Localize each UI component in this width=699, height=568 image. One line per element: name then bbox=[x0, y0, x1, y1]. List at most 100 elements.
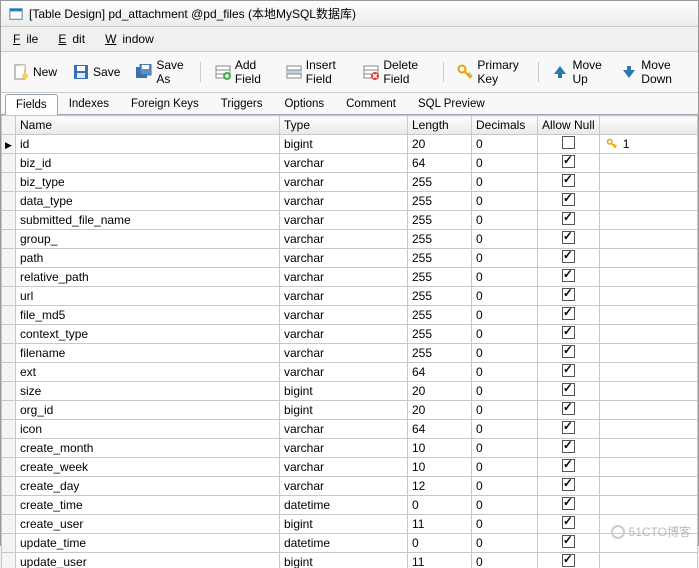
cell-type[interactable]: varchar bbox=[280, 211, 408, 230]
cell-name[interactable]: icon bbox=[16, 420, 280, 439]
cell-type[interactable]: varchar bbox=[280, 268, 408, 287]
cell-allownull[interactable] bbox=[538, 230, 600, 249]
table-row[interactable]: sizebigint200 bbox=[2, 382, 698, 401]
cell-length[interactable]: 255 bbox=[408, 268, 472, 287]
table-row[interactable]: iconvarchar640 bbox=[2, 420, 698, 439]
cell-key[interactable] bbox=[599, 553, 697, 568]
cell-type[interactable]: varchar bbox=[280, 287, 408, 306]
checkbox[interactable] bbox=[562, 307, 575, 320]
checkbox[interactable] bbox=[562, 345, 575, 358]
cell-length[interactable]: 255 bbox=[408, 325, 472, 344]
saveas-button[interactable]: Save As bbox=[130, 56, 192, 88]
checkbox[interactable] bbox=[562, 326, 575, 339]
cell-name[interactable]: create_month bbox=[16, 439, 280, 458]
cell-allownull[interactable] bbox=[538, 306, 600, 325]
table-row[interactable]: file_md5varchar2550 bbox=[2, 306, 698, 325]
cell-type[interactable]: varchar bbox=[280, 249, 408, 268]
cell-decimals[interactable]: 0 bbox=[472, 534, 538, 553]
header-allownull[interactable]: Allow Null bbox=[538, 116, 600, 135]
cell-type[interactable]: varchar bbox=[280, 458, 408, 477]
row-selector[interactable] bbox=[2, 363, 16, 382]
cell-length[interactable]: 11 bbox=[408, 553, 472, 568]
cell-type[interactable]: varchar bbox=[280, 306, 408, 325]
checkbox[interactable] bbox=[562, 231, 575, 244]
cell-name[interactable]: create_day bbox=[16, 477, 280, 496]
cell-name[interactable]: create_week bbox=[16, 458, 280, 477]
row-selector[interactable] bbox=[2, 534, 16, 553]
cell-name[interactable]: update_time bbox=[16, 534, 280, 553]
cell-name[interactable]: url bbox=[16, 287, 280, 306]
cell-key[interactable] bbox=[599, 249, 697, 268]
table-row[interactable]: update_timedatetime00 bbox=[2, 534, 698, 553]
checkbox[interactable] bbox=[562, 535, 575, 548]
fields-grid[interactable]: Name Type Length Decimals Allow Null idb… bbox=[1, 114, 698, 568]
header-decimals[interactable]: Decimals bbox=[472, 116, 538, 135]
cell-decimals[interactable]: 0 bbox=[472, 477, 538, 496]
row-selector[interactable] bbox=[2, 344, 16, 363]
row-selector[interactable] bbox=[2, 211, 16, 230]
cell-name[interactable]: biz_id bbox=[16, 154, 280, 173]
cell-allownull[interactable] bbox=[538, 268, 600, 287]
cell-key[interactable] bbox=[599, 496, 697, 515]
checkbox[interactable] bbox=[562, 478, 575, 491]
cell-decimals[interactable]: 0 bbox=[472, 439, 538, 458]
cell-allownull[interactable] bbox=[538, 553, 600, 568]
table-row[interactable]: create_weekvarchar100 bbox=[2, 458, 698, 477]
cell-key[interactable] bbox=[599, 534, 697, 553]
checkbox[interactable] bbox=[562, 288, 575, 301]
table-row[interactable]: extvarchar640 bbox=[2, 363, 698, 382]
cell-name[interactable]: size bbox=[16, 382, 280, 401]
cell-type[interactable]: varchar bbox=[280, 420, 408, 439]
cell-key[interactable] bbox=[599, 382, 697, 401]
cell-name[interactable]: path bbox=[16, 249, 280, 268]
checkbox[interactable] bbox=[562, 136, 575, 149]
cell-decimals[interactable]: 0 bbox=[472, 363, 538, 382]
row-selector[interactable] bbox=[2, 382, 16, 401]
row-selector[interactable] bbox=[2, 439, 16, 458]
cell-decimals[interactable]: 0 bbox=[472, 420, 538, 439]
cell-decimals[interactable]: 0 bbox=[472, 306, 538, 325]
cell-allownull[interactable] bbox=[538, 515, 600, 534]
cell-length[interactable]: 255 bbox=[408, 306, 472, 325]
checkbox[interactable] bbox=[562, 364, 575, 377]
row-selector[interactable] bbox=[2, 287, 16, 306]
checkbox[interactable] bbox=[562, 155, 575, 168]
cell-key[interactable] bbox=[599, 230, 697, 249]
cell-length[interactable]: 255 bbox=[408, 211, 472, 230]
cell-type[interactable]: bigint bbox=[280, 553, 408, 568]
cell-allownull[interactable] bbox=[538, 344, 600, 363]
cell-type[interactable]: varchar bbox=[280, 230, 408, 249]
cell-length[interactable]: 0 bbox=[408, 534, 472, 553]
cell-length[interactable]: 255 bbox=[408, 344, 472, 363]
cell-decimals[interactable]: 0 bbox=[472, 553, 538, 568]
save-button[interactable]: Save bbox=[67, 62, 126, 82]
cell-name[interactable]: biz_type bbox=[16, 173, 280, 192]
table-row[interactable]: create_monthvarchar100 bbox=[2, 439, 698, 458]
tab-indexes[interactable]: Indexes bbox=[58, 93, 120, 114]
table-row[interactable]: data_typevarchar2550 bbox=[2, 192, 698, 211]
cell-type[interactable]: bigint bbox=[280, 135, 408, 154]
cell-decimals[interactable]: 0 bbox=[472, 211, 538, 230]
cell-key[interactable] bbox=[599, 211, 697, 230]
row-selector[interactable] bbox=[2, 154, 16, 173]
checkbox[interactable] bbox=[562, 174, 575, 187]
cell-key[interactable] bbox=[599, 439, 697, 458]
cell-key[interactable] bbox=[599, 192, 697, 211]
checkbox[interactable] bbox=[562, 269, 575, 282]
addfield-button[interactable]: Add Field bbox=[209, 56, 276, 88]
cell-name[interactable]: submitted_file_name bbox=[16, 211, 280, 230]
cell-key[interactable] bbox=[599, 268, 697, 287]
checkbox[interactable] bbox=[562, 250, 575, 263]
checkbox[interactable] bbox=[562, 459, 575, 472]
cell-length[interactable]: 12 bbox=[408, 477, 472, 496]
cell-allownull[interactable] bbox=[538, 363, 600, 382]
cell-length[interactable]: 255 bbox=[408, 192, 472, 211]
table-row[interactable]: filenamevarchar2550 bbox=[2, 344, 698, 363]
tab-foreignkeys[interactable]: Foreign Keys bbox=[120, 93, 210, 114]
cell-allownull[interactable] bbox=[538, 458, 600, 477]
cell-allownull[interactable] bbox=[538, 420, 600, 439]
cell-key[interactable] bbox=[599, 173, 697, 192]
tab-sqlpreview[interactable]: SQL Preview bbox=[407, 93, 496, 114]
cell-name[interactable]: context_type bbox=[16, 325, 280, 344]
cell-key[interactable] bbox=[599, 363, 697, 382]
